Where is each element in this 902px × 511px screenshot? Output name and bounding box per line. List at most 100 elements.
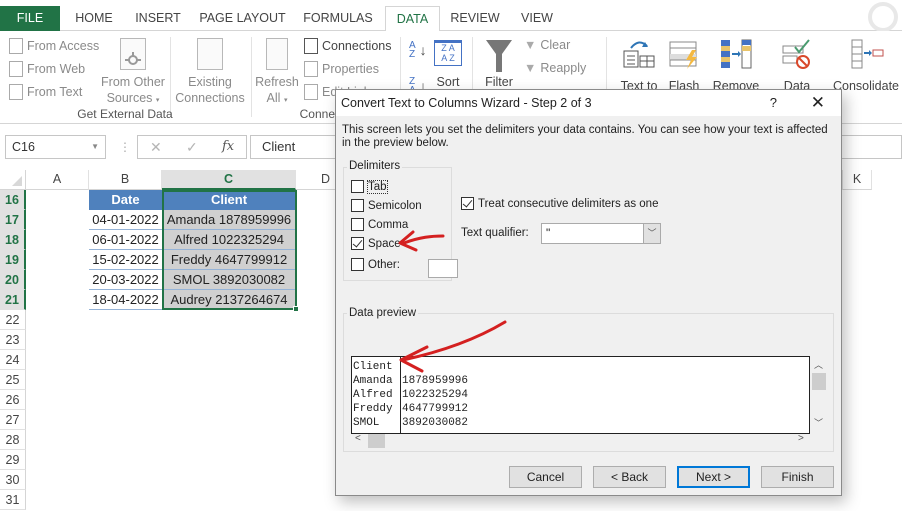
data-preview-grid[interactable]: Client Amanda 1878959996 Alfred 1022325294… <box>351 356 810 434</box>
row-header-17[interactable]: 17 <box>0 210 26 230</box>
row-header-29[interactable]: 29 <box>0 450 26 470</box>
scroll-right-icon[interactable]: > <box>798 433 804 444</box>
preview-vertical-scrollbar[interactable]: ︿ ﹀ <box>810 356 827 434</box>
row-header-25[interactable]: 25 <box>0 370 26 390</box>
enter-entry-icon[interactable]: ✓ <box>186 139 198 156</box>
formula-bar-grip-icon[interactable]: ⋮ <box>119 140 131 154</box>
row-header-22[interactable]: 22 <box>0 310 26 330</box>
cell-client[interactable]: Amanda 1878959996 <box>162 210 296 230</box>
cell-c16-client-header[interactable]: Client <box>162 190 296 210</box>
scroll-up-icon[interactable]: ︿ <box>810 358 827 371</box>
scroll-thumb[interactable] <box>368 434 385 448</box>
name-box-dropdown-icon[interactable]: ▼ <box>91 136 99 158</box>
row-header-23[interactable]: 23 <box>0 330 26 350</box>
tab-formulas[interactable]: FORMULAS <box>298 6 378 31</box>
delimiter-other-checkbox[interactable]: Other: <box>351 258 461 278</box>
column-header-c[interactable]: C <box>162 170 296 190</box>
row-header-21[interactable]: 21 <box>0 290 26 310</box>
filter-button[interactable]: Filter <box>480 38 518 90</box>
column-header-a[interactable]: A <box>26 170 89 190</box>
tab-review[interactable]: REVIEW <box>446 6 504 31</box>
row-header-28[interactable]: 28 <box>0 430 26 450</box>
preview-cell: Alfred <box>353 389 393 401</box>
insert-function-icon[interactable]: fx <box>222 139 234 154</box>
connections-button[interactable]: Connections <box>304 38 392 54</box>
cell-client[interactable]: Alfred 1022325294 <box>162 230 296 250</box>
consolidate-button[interactable]: Consolidate <box>830 38 902 94</box>
dialog-title-bar[interactable]: Convert Text to Columns Wizard - Step 2 … <box>336 90 841 116</box>
delimiter-semicolon-checkbox[interactable]: Semicolon <box>351 199 422 212</box>
checkbox[interactable] <box>351 218 364 231</box>
checkbox-checked[interactable] <box>461 197 474 210</box>
properties-button[interactable]: Properties <box>304 61 379 77</box>
tab-page-layout[interactable]: PAGE LAYOUT <box>195 6 290 31</box>
from-web-button[interactable]: From Web <box>9 61 85 77</box>
sort-a-z-button[interactable]: A Z ↓ <box>409 41 427 60</box>
row-header-30[interactable]: 30 <box>0 470 26 490</box>
from-text-button[interactable]: From Text <box>9 84 82 100</box>
cell-b16-date-header[interactable]: Date <box>89 190 162 210</box>
scroll-left-icon[interactable]: < <box>355 433 361 444</box>
cell-date[interactable]: 04-01-2022 <box>89 210 162 230</box>
from-access-button[interactable]: From Access <box>9 38 99 54</box>
row-header-26[interactable]: 26 <box>0 390 26 410</box>
cell-date[interactable]: 20-03-2022 <box>89 270 162 290</box>
tab-home[interactable]: HOME <box>64 6 124 31</box>
flash-fill-button[interactable]: Flash <box>664 38 704 94</box>
text-qualifier-select[interactable]: " ﹀ <box>541 223 661 244</box>
scroll-thumb[interactable] <box>812 373 826 390</box>
select-all-corner[interactable] <box>0 170 26 190</box>
tab-file[interactable]: FILE <box>0 6 60 31</box>
chevron-down-icon[interactable]: ﹀ <box>643 224 660 243</box>
clear-button[interactable]: ▼ Clear <box>524 38 570 52</box>
back-button[interactable]: < Back <box>593 466 666 488</box>
cancel-button[interactable]: Cancel <box>509 466 582 488</box>
row-header-18[interactable]: 18 <box>0 230 26 250</box>
treat-consecutive-checkbox[interactable]: Treat consecutive delimiters as one <box>461 197 658 210</box>
delimiter-space-checkbox[interactable]: Space <box>351 237 401 250</box>
refresh-all-button[interactable]: Refresh All ▾ <box>255 38 299 109</box>
tab-data[interactable]: DATA <box>385 6 440 32</box>
help-button[interactable]: ? <box>770 90 777 116</box>
checkbox-checked[interactable] <box>351 237 364 250</box>
delimiter-tab-checkbox[interactable]: Tab <box>351 179 388 194</box>
sort-button[interactable]: Z AA Z Sort <box>431 38 465 90</box>
tab-insert[interactable]: INSERT <box>128 6 188 31</box>
column-header-b[interactable]: B <box>89 170 162 190</box>
other-delimiter-input[interactable] <box>428 259 458 278</box>
properties-label: Properties <box>322 62 379 76</box>
cell-date[interactable]: 06-01-2022 <box>89 230 162 250</box>
from-other-sources-button[interactable]: From Other Sources ▾ <box>100 38 166 109</box>
row-header-31[interactable]: 31 <box>0 490 26 510</box>
delimiter-comma-checkbox[interactable]: Comma <box>351 218 408 231</box>
row-header-20[interactable]: 20 <box>0 270 26 290</box>
row-header-16[interactable]: 16 <box>0 190 26 210</box>
fill-handle[interactable] <box>293 306 299 312</box>
checkbox[interactable] <box>351 199 364 212</box>
clear-filter-icon: ▼ <box>524 38 537 52</box>
text-to-columns-button[interactable]: Text to <box>614 38 664 94</box>
finish-button[interactable]: Finish <box>761 466 834 488</box>
checkbox[interactable] <box>351 258 364 271</box>
preview-horizontal-scrollbar[interactable]: < > <box>351 433 810 448</box>
tab-view[interactable]: VIEW <box>512 6 562 31</box>
cell-client[interactable]: Freddy 4647799912 <box>162 250 296 270</box>
cancel-entry-icon[interactable]: ✕ <box>150 139 162 156</box>
remove-duplicates-button[interactable]: Remove <box>708 38 764 94</box>
next-button[interactable]: Next > <box>677 466 750 488</box>
close-button[interactable]: ✕ <box>811 90 825 116</box>
name-box[interactable]: C16 ▼ <box>5 135 106 159</box>
data-validation-button[interactable]: Data <box>776 38 818 94</box>
checkbox[interactable] <box>351 180 364 193</box>
column-header-k[interactable]: K <box>842 170 872 190</box>
cell-client[interactable]: SMOL 3892030082 <box>162 270 296 290</box>
row-header-19[interactable]: 19 <box>0 250 26 270</box>
row-header-24[interactable]: 24 <box>0 350 26 370</box>
existing-connections-button[interactable]: Existing Connections <box>174 38 246 106</box>
cell-date[interactable]: 18-04-2022 <box>89 290 162 310</box>
scroll-down-icon[interactable]: ﹀ <box>810 416 827 429</box>
row-header-27[interactable]: 27 <box>0 410 26 430</box>
cell-date[interactable]: 15-02-2022 <box>89 250 162 270</box>
reapply-button[interactable]: ▼ Reapply <box>524 61 586 75</box>
cell-client[interactable]: Audrey 2137264674 <box>162 290 296 310</box>
